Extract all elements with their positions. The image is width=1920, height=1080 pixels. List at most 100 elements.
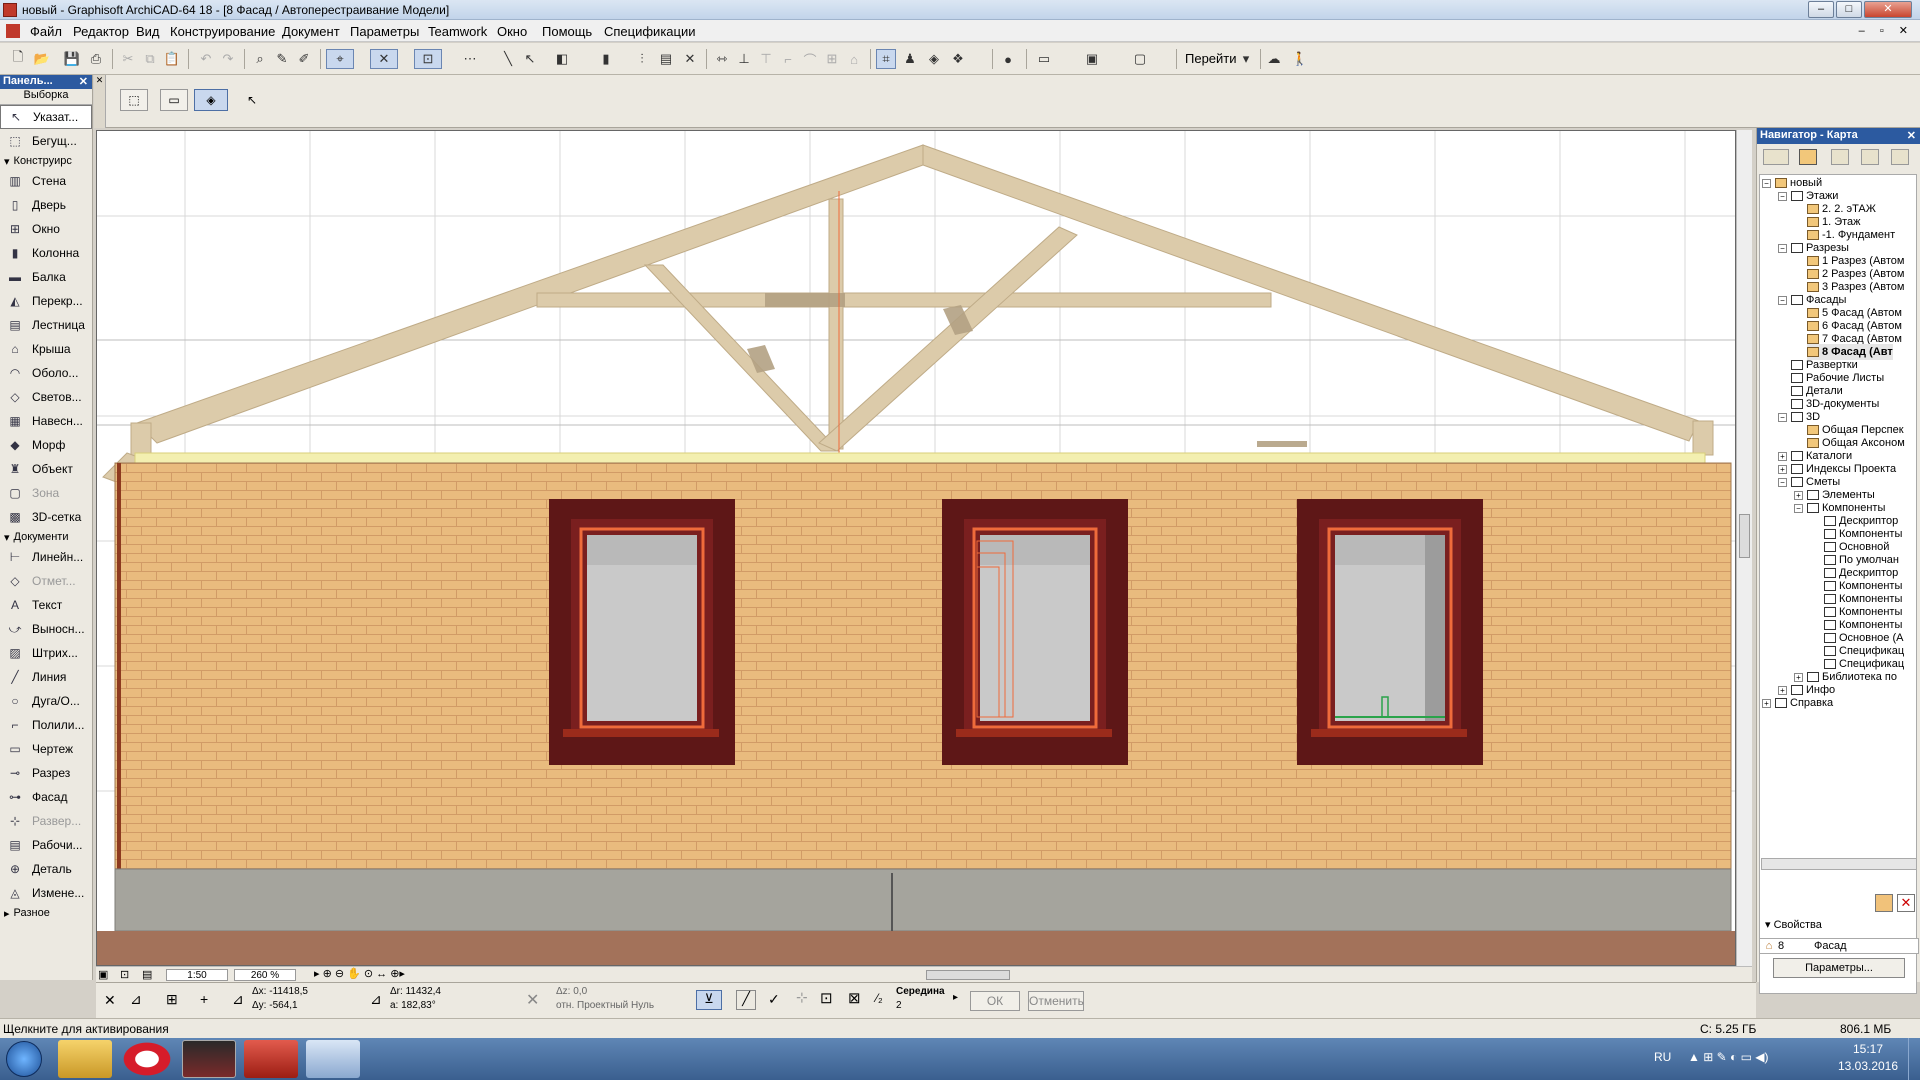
- publisher-tab[interactable]: [1861, 149, 1879, 165]
- tree-item[interactable]: + Справка: [1762, 695, 1833, 711]
- close-button[interactable]: ✕: [1864, 1, 1912, 18]
- z-coords-icon[interactable]: ✕: [526, 990, 539, 1010]
- paint-taskbar-icon[interactable]: [306, 1040, 360, 1078]
- cursor-snap-icon[interactable]: ⊹: [796, 989, 808, 1006]
- grid-toggle-icon[interactable]: ⊞: [166, 991, 178, 1008]
- pen-set-icon[interactable]: ▤: [142, 968, 152, 981]
- group-document[interactable]: ▾ Документи: [0, 529, 92, 545]
- properties-label[interactable]: ▾ Свойства: [1765, 918, 1822, 931]
- rectangle-marquee-icon[interactable]: ▭: [160, 89, 188, 111]
- tool-roof[interactable]: ⌂ Крыша: [0, 337, 92, 361]
- tool-object[interactable]: ♜ Объект: [0, 457, 92, 481]
- 3d-view-icon[interactable]: ❖: [948, 49, 968, 69]
- layout-icon[interactable]: ▭: [1034, 49, 1054, 69]
- tool-pointer[interactable]: ↖ Указат...: [0, 105, 92, 129]
- navigator-hscroll[interactable]: [1761, 858, 1917, 870]
- tool-text[interactable]: A Текст: [0, 593, 92, 617]
- app-icon[interactable]: [3, 3, 17, 17]
- drawing-canvas[interactable]: [96, 130, 1736, 966]
- view-map-tab[interactable]: [1799, 149, 1817, 165]
- archicad-taskbar-icon[interactable]: [182, 1040, 236, 1078]
- layout-icon[interactable]: ▣: [98, 968, 108, 981]
- property-id[interactable]: 8: [1778, 940, 1814, 952]
- floor-plan-view-icon[interactable]: ⌗: [876, 49, 896, 69]
- language-indicator[interactable]: RU: [1654, 1050, 1671, 1064]
- arrow-pointer-icon[interactable]: ↖: [238, 89, 266, 111]
- rotated-marquee-icon[interactable]: ◈: [194, 89, 228, 111]
- eyedropper-icon[interactable]: ✎: [272, 49, 292, 69]
- direction-icon[interactable]: ╱: [736, 990, 756, 1010]
- tool-window[interactable]: ⊞ Окно: [0, 217, 92, 241]
- property-name[interactable]: Фасад: [1814, 940, 1847, 952]
- tool-stair[interactable]: ▤ Лестница: [0, 313, 92, 337]
- chevron-right-icon[interactable]: ▸: [953, 992, 958, 1003]
- chevron-down-icon[interactable]: ▾: [1236, 49, 1256, 69]
- tool-curtain-wall[interactable]: ▦ Навесн...: [0, 409, 92, 433]
- selection-method-icon[interactable]: ⬚: [120, 89, 148, 111]
- redo-icon[interactable]: ↷: [218, 49, 238, 69]
- tool-morph[interactable]: ◆ Морф: [0, 433, 92, 457]
- new-file-icon[interactable]: 🗋: [8, 49, 28, 69]
- delta-y[interactable]: Δy: -564,1: [252, 1000, 298, 1011]
- polar-coords-icon[interactable]: ⊿: [370, 991, 382, 1008]
- snap-count[interactable]: 2: [896, 1000, 902, 1011]
- close-icon[interactable]: ✕: [79, 75, 88, 88]
- tool-beam[interactable]: ▬ Балка: [0, 265, 92, 289]
- close-icon[interactable]: ✕: [104, 992, 116, 1009]
- magnet-icon[interactable]: ⊠: [848, 989, 861, 1007]
- menu-view[interactable]: Вид: [136, 24, 160, 39]
- cut-icon[interactable]: ✂: [118, 49, 138, 69]
- delta-r[interactable]: Δr: 11432,4: [390, 986, 441, 997]
- horizontal-scroll-thumb[interactable]: [926, 970, 1010, 980]
- menu-document[interactable]: Документ: [282, 24, 340, 39]
- section-view-icon[interactable]: ♟: [900, 49, 920, 69]
- tool-section[interactable]: ⊸ Разрез: [0, 761, 92, 785]
- delta-x[interactable]: Δx: -11418,5: [252, 986, 308, 997]
- find-select-icon[interactable]: ⌕: [250, 49, 270, 69]
- goto-dropdown[interactable]: Перейти: [1185, 51, 1237, 66]
- publish-icon[interactable]: ▣: [1082, 49, 1102, 69]
- explode-icon[interactable]: ⊞: [822, 49, 842, 69]
- tool-drawing[interactable]: ▭ Чертеж: [0, 737, 92, 761]
- render-sphere-icon[interactable]: ●: [998, 49, 1018, 69]
- paste-icon[interactable]: 📋: [162, 49, 182, 69]
- menu-options[interactable]: Параметры: [350, 24, 419, 39]
- grid-snap-icon[interactable]: ⋯: [460, 49, 480, 69]
- tool-elevation[interactable]: ⊶ Фасад: [0, 785, 92, 809]
- line-tool-icon[interactable]: ╲: [498, 49, 518, 69]
- model-view-icon[interactable]: ▢: [1130, 49, 1150, 69]
- divide-icon[interactable]: ⁄₂: [876, 991, 883, 1005]
- print-icon[interactable]: ⎙: [86, 49, 106, 69]
- elevation-view-icon[interactable]: ◈: [924, 49, 944, 69]
- layout-book-tab[interactable]: [1831, 149, 1849, 165]
- split-icon[interactable]: ⇿: [712, 49, 732, 69]
- tool-fill[interactable]: ▨ Штрих...: [0, 641, 92, 665]
- plus-icon[interactable]: +: [200, 991, 208, 1007]
- tool-mesh[interactable]: ▩ 3D-сетка: [0, 505, 92, 529]
- snap-label[interactable]: Середина: [896, 986, 945, 997]
- tray-icons[interactable]: ▲ ⊞ ✎ ◐ ▭ ◀): [1688, 1050, 1768, 1064]
- tool-line[interactable]: ╱ Линия: [0, 665, 92, 689]
- scale-field[interactable]: 1:50: [166, 969, 228, 981]
- tool-skylight[interactable]: ◇ Светов...: [0, 385, 92, 409]
- project-map-tab[interactable]: [1763, 149, 1789, 165]
- curve-icon[interactable]: ⌒: [800, 49, 820, 69]
- pen-icon[interactable]: ▮: [596, 49, 616, 69]
- selection-label[interactable]: Выборка: [0, 89, 92, 105]
- open-folder-icon[interactable]: 📂: [32, 49, 52, 69]
- tool-zone[interactable]: ▢ Зона: [0, 481, 92, 505]
- teamwork-icon[interactable]: ☁: [1264, 49, 1284, 69]
- snap-mode-icon[interactable]: ⊻: [696, 990, 722, 1010]
- close-icon[interactable]: ✕: [1907, 129, 1916, 142]
- organizer-tab[interactable]: [1891, 149, 1909, 165]
- menu-file[interactable]: Файл: [30, 24, 62, 39]
- minimize-button[interactable]: –: [1808, 1, 1834, 18]
- tool-interior-elevation[interactable]: ⊹ Развер...: [0, 809, 92, 833]
- roof-icon[interactable]: ⌂: [844, 49, 864, 69]
- menu-window[interactable]: Окно: [497, 24, 527, 39]
- guide-lines-icon[interactable]: ✕: [370, 49, 398, 69]
- opera-taskbar-icon[interactable]: [120, 1040, 174, 1078]
- close-icon[interactable]: ✕: [94, 75, 106, 128]
- tool-change[interactable]: ◬ Измене...: [0, 881, 92, 905]
- group-construct[interactable]: ▾ Конструирс: [0, 153, 92, 169]
